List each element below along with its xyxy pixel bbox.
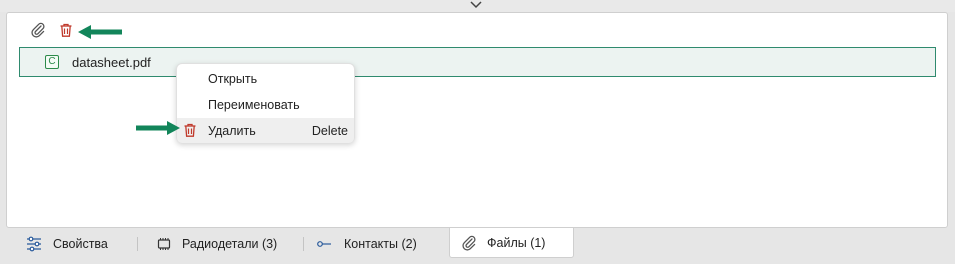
tab-components[interactable]: Радиодетали (3): [138, 229, 304, 258]
file-name: datasheet.pdf: [72, 55, 151, 70]
tab-label: Радиодетали (3): [182, 237, 278, 251]
chevron-down-icon[interactable]: [469, 0, 483, 10]
bottom-tab-bar: Свойства Радиодетали (3) Контакты (2) Фа…: [6, 228, 948, 258]
trash-icon: [184, 123, 196, 137]
menu-item-delete[interactable]: Удалить Delete: [177, 118, 354, 143]
menu-item-open[interactable]: Открыть: [177, 66, 354, 91]
paperclip-icon: [462, 235, 476, 251]
file-type-badge: C: [45, 55, 59, 69]
tab-properties[interactable]: Свойства: [6, 229, 138, 258]
arrow-left-icon: [78, 25, 122, 39]
pin-icon: [317, 241, 331, 247]
tab-label: Свойства: [53, 237, 108, 251]
tab-label: Контакты (2): [344, 237, 417, 251]
trash-icon[interactable]: [58, 22, 74, 38]
paperclip-icon[interactable]: [30, 22, 46, 38]
menu-item-label: Переименовать: [208, 98, 300, 112]
sliders-icon: [27, 236, 41, 252]
context-menu: Открыть Переименовать Удалить Delete: [176, 63, 355, 143]
menu-item-label: Открыть: [208, 72, 258, 86]
files-panel: [6, 12, 948, 228]
tab-contacts[interactable]: Контакты (2): [304, 229, 448, 258]
file-list-item[interactable]: C datasheet.pdf: [19, 47, 936, 77]
arrow-right-icon: [136, 121, 180, 135]
menu-item-label: Удалить: [208, 124, 256, 138]
tab-label: Файлы (1): [487, 236, 546, 250]
menu-item-rename[interactable]: Переименовать: [177, 92, 354, 117]
tab-files[interactable]: Файлы (1): [449, 228, 574, 258]
menu-item-shortcut: Delete: [311, 124, 348, 138]
chip-icon: [157, 238, 171, 250]
